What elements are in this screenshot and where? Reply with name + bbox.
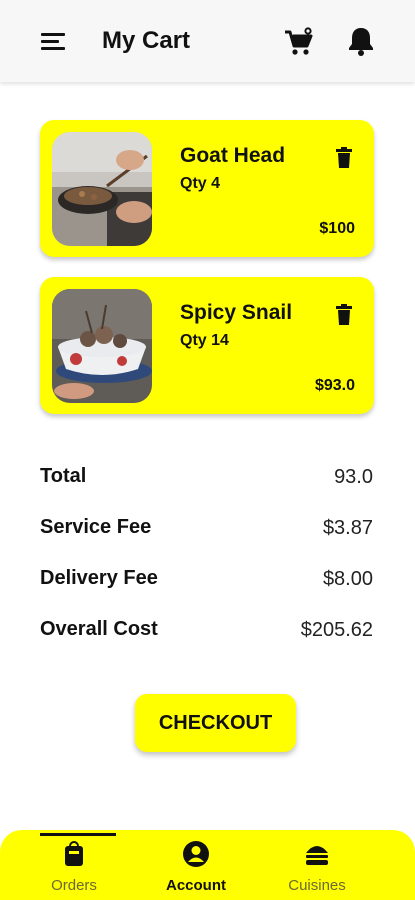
goat-head-cooking-photo [52, 132, 152, 246]
nav-item-cuisines[interactable]: Cuisines [257, 830, 377, 900]
checkout-button[interactable]: CHECKOUT [135, 694, 296, 752]
delivery-fee-label: Delivery Fee [40, 567, 158, 589]
shopping-cart-icon[interactable] [283, 26, 315, 58]
summary-delivery-fee-row: Delivery Fee $8.00 [40, 567, 373, 597]
delivery-fee-value: $8.00 [322, 568, 373, 590]
summary-overall-cost-row: Overall Cost $205.62 [40, 618, 373, 648]
spicy-snail-bowl-photo [52, 289, 152, 403]
cart-item-name: Goat Head [180, 144, 286, 167]
summary-service-fee-row: Service Fee $3.87 [40, 516, 373, 546]
app-bar: My Cart [0, 0, 415, 82]
overall-cost-label: Overall Cost [40, 618, 158, 640]
bell-icon[interactable] [346, 25, 376, 57]
nav-label-orders: Orders [51, 877, 97, 894]
shopping-bag-icon [65, 841, 83, 866]
nav-label-cuisines: Cuisines [288, 877, 346, 894]
bottom-navigation: Orders Account Cuisines [0, 830, 415, 900]
summary-total-row: Total 93.0 [40, 465, 373, 495]
delete-icon[interactable] [336, 304, 352, 326]
cart-item-price: $100 [319, 220, 355, 237]
nav-label-account: Account [166, 877, 226, 894]
total-value: 93.0 [334, 466, 373, 488]
cart-item-quantity: Qty 4 [180, 175, 221, 192]
cart-item-price: $93.0 [314, 377, 355, 394]
cart-item-quantity: Qty 14 [180, 332, 229, 349]
account-circle-icon [183, 841, 209, 867]
page-title: My Cart [102, 27, 191, 54]
nav-item-account[interactable]: Account [136, 830, 256, 900]
delete-icon[interactable] [336, 147, 352, 169]
nav-item-orders[interactable]: Orders [14, 830, 134, 900]
hamburger-menu-icon[interactable] [41, 30, 69, 54]
overall-cost-value: $205.62 [300, 619, 373, 641]
cart-item-card[interactable]: Goat Head Qty 4 $100 [40, 120, 374, 257]
total-label: Total [40, 465, 87, 487]
service-fee-label: Service Fee [40, 516, 152, 538]
burger-icon [306, 846, 328, 865]
cart-item-card[interactable]: Spicy Snail Qty 14 $93.0 [40, 277, 374, 414]
service-fee-value: $3.87 [322, 517, 373, 539]
cart-item-name: Spicy Snail [180, 301, 293, 324]
